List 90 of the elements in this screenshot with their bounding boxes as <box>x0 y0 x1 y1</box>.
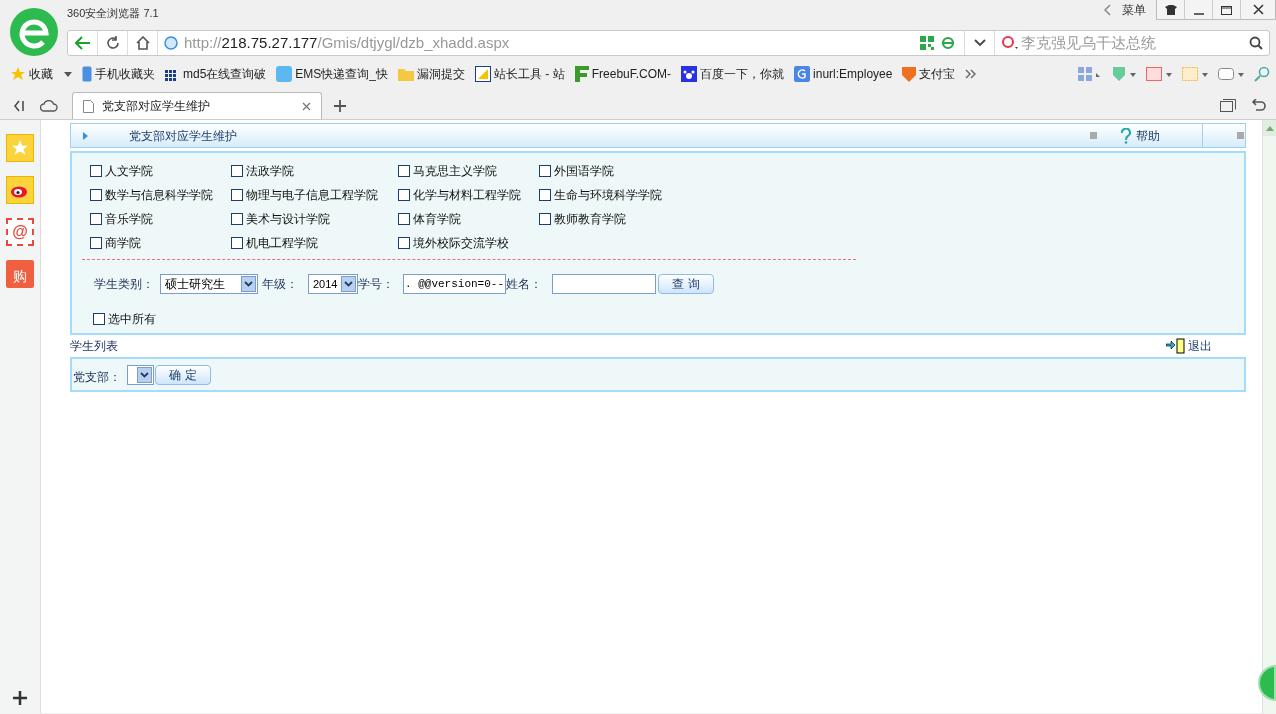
college-label: 物理与电子信息工程学院 <box>246 186 378 204</box>
bookmark-link[interactable]: 百度一下，你就 <box>681 65 785 83</box>
folder-icon <box>398 67 415 81</box>
shirt-icon <box>1164 4 1177 15</box>
college-label: 机电工程学院 <box>246 234 318 252</box>
close-icon[interactable] <box>302 101 311 111</box>
confirm-button[interactable]: 确 定 <box>155 364 211 385</box>
query-button[interactable]: 查 询 <box>658 274 714 294</box>
select-all-label: 选中所有 <box>108 311 156 328</box>
eye-logo-icon[interactable] <box>6 176 34 204</box>
checkbox[interactable] <box>90 188 102 201</box>
maximize-icon <box>1221 4 1232 15</box>
college-label: 人文学院 <box>105 162 153 180</box>
f-logo-icon <box>574 66 589 82</box>
window-title: 360安全浏览器 7.1 <box>67 6 159 21</box>
scrollbar[interactable] <box>1262 120 1276 713</box>
bookmark-link[interactable]: EMS快递查询_快 <box>276 65 389 83</box>
bookmark-link[interactable]: FreebuF.COM- <box>574 65 672 83</box>
checkbox[interactable] <box>231 236 243 249</box>
grade-dropdown[interactable]: 2014 <box>308 274 358 294</box>
bookmark-link[interactable]: 站长工具 - 站 <box>475 65 565 83</box>
field-label: 学号： <box>358 276 394 293</box>
checkbox[interactable] <box>90 236 102 249</box>
bookmark-link[interactable]: md5在线查询破 <box>165 65 267 83</box>
college-label: 化学与材料工程学院 <box>413 186 521 204</box>
checkbox[interactable] <box>231 164 243 177</box>
college-label: 教师教育学院 <box>554 210 626 228</box>
paw-icon <box>681 66 698 82</box>
page-title: 党支部对应学生维护 <box>129 127 237 145</box>
close-icon <box>1252 4 1264 15</box>
window-list-icon[interactable] <box>1220 99 1236 113</box>
help-link[interactable]: 帮助 <box>1120 126 1160 145</box>
g-logo-icon <box>794 66 811 82</box>
caret-icon[interactable] <box>64 71 72 77</box>
college-label: 马克思主义学院 <box>413 162 497 180</box>
checkbox[interactable] <box>539 212 551 225</box>
triangle-icon <box>83 131 88 140</box>
checkbox[interactable] <box>90 164 102 177</box>
shield-icon <box>902 66 917 82</box>
back-chevron-icon[interactable] <box>1104 4 1112 16</box>
exit-door-icon <box>1166 338 1186 354</box>
mail-icon[interactable]: @ <box>6 218 34 246</box>
shield-icon[interactable] <box>1112 66 1136 82</box>
college-label: 体育学院 <box>413 210 461 228</box>
college-label: 生命与环境科学学院 <box>554 186 662 204</box>
undo-icon[interactable] <box>1250 99 1266 113</box>
field-label: 年级： <box>262 276 298 293</box>
branch-dropdown[interactable] <box>127 364 154 385</box>
checkbox[interactable] <box>539 164 551 177</box>
name-field[interactable] <box>552 274 656 294</box>
menu-button[interactable]: 菜单 <box>1122 1 1146 19</box>
student-id-field[interactable]: . @@version=0-- <box>403 274 506 294</box>
exit-link[interactable]: 退出 <box>1166 337 1212 355</box>
bookmark-link[interactable]: 支付宝 <box>902 65 956 83</box>
new-tab-icon[interactable] <box>334 100 346 112</box>
college-label: 美术与设计学院 <box>246 210 330 228</box>
checkbox[interactable] <box>231 212 243 225</box>
checkbox[interactable] <box>231 188 243 201</box>
bookmark-link[interactable]: 漏洞提交 <box>398 65 466 83</box>
college-label: 音乐学院 <box>105 210 153 228</box>
college-label: 法政学院 <box>246 162 294 180</box>
add-icon[interactable] <box>13 691 27 705</box>
bookmark-link[interactable]: 收藏 <box>10 65 72 83</box>
checkbox[interactable] <box>90 212 102 225</box>
student-type-dropdown[interactable]: 硕士研究生 <box>160 274 258 294</box>
bookmark-link[interactable]: inurl:Employee <box>794 65 893 83</box>
question-mark-icon <box>1120 127 1132 144</box>
minimize-icon <box>1193 12 1204 15</box>
checkbox[interactable] <box>93 313 105 325</box>
browser-logo-icon <box>10 8 58 56</box>
checkbox[interactable] <box>398 164 410 177</box>
college-label: 境外校际交流学校 <box>413 234 509 252</box>
phone-icon <box>82 66 92 82</box>
checkbox[interactable] <box>398 236 410 249</box>
collapse-sidebar-icon[interactable] <box>14 100 26 112</box>
field-label: 党支部： <box>73 368 121 386</box>
field-label: 姓名： <box>506 276 542 293</box>
college-label: 商学院 <box>105 234 141 252</box>
college-label: 数学与信息科学学院 <box>105 186 213 204</box>
checkbox[interactable] <box>539 188 551 201</box>
checkbox[interactable] <box>398 212 410 225</box>
checkbox[interactable] <box>398 188 410 201</box>
field-label: 学生类别： <box>94 276 154 293</box>
college-label: 外国语学院 <box>554 162 614 180</box>
double-chevron-icon[interactable] <box>965 69 978 79</box>
bookmark-link[interactable]: 手机收藏夹 <box>82 65 155 83</box>
section-title: 学生列表 <box>70 338 118 355</box>
page-icon <box>83 99 94 113</box>
star-icon <box>10 66 26 82</box>
browser-tab[interactable]: 党支部对应学生维护 <box>72 92 322 119</box>
